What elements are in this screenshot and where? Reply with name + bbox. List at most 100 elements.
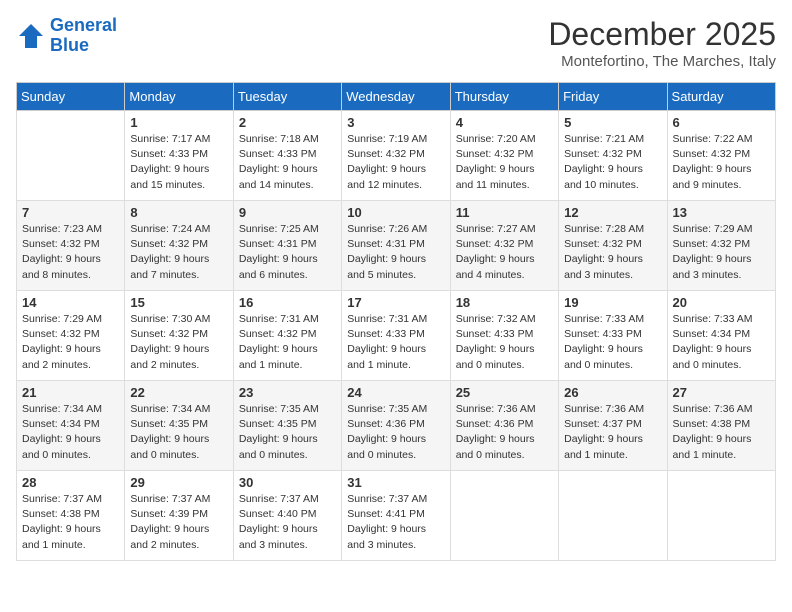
calendar-cell: 10Sunrise: 7:26 AMSunset: 4:31 PMDayligh…: [342, 201, 450, 291]
calendar-table: Sunday Monday Tuesday Wednesday Thursday…: [16, 82, 776, 561]
day-number: 18: [456, 295, 553, 310]
day-number: 12: [564, 205, 661, 220]
day-info: Sunrise: 7:34 AMSunset: 4:34 PMDaylight:…: [22, 402, 119, 463]
calendar-cell: 31 Sunrise: 7:37 AMSunset: 4:41 PMDayligh…: [342, 471, 450, 561]
calendar-cell: 5 Sunrise: 7:21 AMSunset: 4:32 PMDaylight…: [559, 111, 667, 201]
calendar-cell: 27Sunrise: 7:36 AMSunset: 4:38 PMDayligh…: [667, 381, 775, 471]
day-info: Sunrise: 7:29 AMSunset: 4:32 PMDaylight:…: [22, 312, 119, 373]
header-row: Sunday Monday Tuesday Wednesday Thursday…: [17, 83, 776, 111]
header-thursday: Thursday: [450, 83, 558, 111]
day-info: Sunrise: 7:22 AMSunset: 4:32 PMDaylight:…: [673, 132, 770, 193]
header-sunday: Sunday: [17, 83, 125, 111]
calendar-cell: 9Sunrise: 7:25 AMSunset: 4:31 PMDaylight…: [233, 201, 341, 291]
day-number: 4: [456, 115, 553, 130]
header-friday: Friday: [559, 83, 667, 111]
location: Montefortino, The Marches, Italy: [548, 53, 776, 70]
day-number: 2: [239, 115, 336, 130]
day-info: Sunrise: 7:26 AMSunset: 4:31 PMDaylight:…: [347, 222, 444, 283]
day-number: 17: [347, 295, 444, 310]
day-info: Sunrise: 7:33 AMSunset: 4:34 PMDaylight:…: [673, 312, 770, 373]
day-info: Sunrise: 7:30 AMSunset: 4:32 PMDaylight:…: [130, 312, 227, 373]
day-info: Sunrise: 7:37 AMSunset: 4:40 PMDaylight:…: [239, 492, 336, 553]
calendar-cell: 3Sunrise: 7:19 AMSunset: 4:32 PMDaylight…: [342, 111, 450, 201]
calendar-cell: 15 Sunrise: 7:30 AMSunset: 4:32 PMDayligh…: [125, 291, 233, 381]
day-number: 15: [130, 295, 227, 310]
logo-icon: [16, 21, 46, 51]
day-number: 3: [347, 115, 444, 130]
day-info: Sunrise: 7:36 AMSunset: 4:36 PMDaylight:…: [456, 402, 553, 463]
day-number: 31: [347, 475, 444, 490]
day-number: 23: [239, 385, 336, 400]
day-number: 13: [673, 205, 770, 220]
day-info: Sunrise: 7:34 AMSunset: 4:35 PMDaylight:…: [130, 402, 227, 463]
calendar-cell: 20 Sunrise: 7:33 AMSunset: 4:34 PMDayligh…: [667, 291, 775, 381]
calendar-cell: 7Sunrise: 7:23 AMSunset: 4:32 PMDaylight…: [17, 201, 125, 291]
day-info: Sunrise: 7:35 AMSunset: 4:36 PMDaylight:…: [347, 402, 444, 463]
calendar-cell: 13 Sunrise: 7:29 AMSunset: 4:32 PMDayligh…: [667, 201, 775, 291]
day-number: 20: [673, 295, 770, 310]
calendar-cell: 8Sunrise: 7:24 AMSunset: 4:32 PMDaylight…: [125, 201, 233, 291]
calendar-cell: 29 Sunrise: 7:37 AMSunset: 4:39 PMDayligh…: [125, 471, 233, 561]
calendar-cell: 17 Sunrise: 7:31 AMSunset: 4:33 PMDayligh…: [342, 291, 450, 381]
day-info: Sunrise: 7:24 AMSunset: 4:32 PMDaylight:…: [130, 222, 227, 283]
day-number: 21: [22, 385, 119, 400]
calendar-cell: [667, 471, 775, 561]
calendar-cell: 2Sunrise: 7:18 AMSunset: 4:33 PMDaylight…: [233, 111, 341, 201]
calendar-cell: 22 Sunrise: 7:34 AMSunset: 4:35 PMDayligh…: [125, 381, 233, 471]
calendar-cell: 6Sunrise: 7:22 AMSunset: 4:32 PMDaylight…: [667, 111, 775, 201]
day-info: Sunrise: 7:37 AMSunset: 4:38 PMDaylight:…: [22, 492, 119, 553]
day-info: Sunrise: 7:32 AMSunset: 4:33 PMDaylight:…: [456, 312, 553, 373]
day-info: Sunrise: 7:37 AMSunset: 4:39 PMDaylight:…: [130, 492, 227, 553]
day-number: 7: [22, 205, 119, 220]
calendar-cell: 21 Sunrise: 7:34 AMSunset: 4:34 PMDayligh…: [17, 381, 125, 471]
calendar-cell: 1 Sunrise: 7:17 AMSunset: 4:33 PMDaylight…: [125, 111, 233, 201]
day-info: Sunrise: 7:33 AMSunset: 4:33 PMDaylight:…: [564, 312, 661, 373]
logo: General Blue: [16, 16, 117, 56]
day-number: 30: [239, 475, 336, 490]
day-number: 16: [239, 295, 336, 310]
day-number: 1: [130, 115, 227, 130]
day-info: Sunrise: 7:31 AMSunset: 4:33 PMDaylight:…: [347, 312, 444, 373]
calendar-cell: 14Sunrise: 7:29 AMSunset: 4:32 PMDayligh…: [17, 291, 125, 381]
month-title: December 2025: [548, 16, 776, 53]
day-info: Sunrise: 7:35 AMSunset: 4:35 PMDaylight:…: [239, 402, 336, 463]
day-info: Sunrise: 7:20 AMSunset: 4:32 PMDaylight:…: [456, 132, 553, 193]
calendar-week-4: 28 Sunrise: 7:37 AMSunset: 4:38 PMDayligh…: [17, 471, 776, 561]
title-block: December 2025 Montefortino, The Marches,…: [548, 16, 776, 70]
day-info: Sunrise: 7:31 AMSunset: 4:32 PMDaylight:…: [239, 312, 336, 373]
day-number: 28: [22, 475, 119, 490]
day-info: Sunrise: 7:27 AMSunset: 4:32 PMDaylight:…: [456, 222, 553, 283]
header-tuesday: Tuesday: [233, 83, 341, 111]
day-info: Sunrise: 7:29 AMSunset: 4:32 PMDaylight:…: [673, 222, 770, 283]
day-info: Sunrise: 7:37 AMSunset: 4:41 PMDaylight:…: [347, 492, 444, 553]
day-number: 5: [564, 115, 661, 130]
header-wednesday: Wednesday: [342, 83, 450, 111]
day-info: Sunrise: 7:36 AMSunset: 4:37 PMDaylight:…: [564, 402, 661, 463]
calendar-cell: 19Sunrise: 7:33 AMSunset: 4:33 PMDayligh…: [559, 291, 667, 381]
calendar-cell: 28 Sunrise: 7:37 AMSunset: 4:38 PMDayligh…: [17, 471, 125, 561]
calendar-week-3: 21 Sunrise: 7:34 AMSunset: 4:34 PMDayligh…: [17, 381, 776, 471]
calendar-cell: [17, 111, 125, 201]
calendar-cell: 23 Sunrise: 7:35 AMSunset: 4:35 PMDayligh…: [233, 381, 341, 471]
calendar-header: Sunday Monday Tuesday Wednesday Thursday…: [17, 83, 776, 111]
day-number: 25: [456, 385, 553, 400]
calendar-cell: 11 Sunrise: 7:27 AMSunset: 4:32 PMDayligh…: [450, 201, 558, 291]
day-number: 29: [130, 475, 227, 490]
calendar-cell: 26 Sunrise: 7:36 AMSunset: 4:37 PMDayligh…: [559, 381, 667, 471]
day-number: 22: [130, 385, 227, 400]
calendar-cell: 16 Sunrise: 7:31 AMSunset: 4:32 PMDayligh…: [233, 291, 341, 381]
calendar-week-0: 1 Sunrise: 7:17 AMSunset: 4:33 PMDaylight…: [17, 111, 776, 201]
day-number: 24: [347, 385, 444, 400]
calendar-cell: 12 Sunrise: 7:28 AMSunset: 4:32 PMDayligh…: [559, 201, 667, 291]
calendar-cell: 18 Sunrise: 7:32 AMSunset: 4:33 PMDayligh…: [450, 291, 558, 381]
day-number: 11: [456, 205, 553, 220]
day-number: 26: [564, 385, 661, 400]
day-number: 27: [673, 385, 770, 400]
day-info: Sunrise: 7:17 AMSunset: 4:33 PMDaylight:…: [130, 132, 227, 193]
header-monday: Monday: [125, 83, 233, 111]
calendar-week-2: 14Sunrise: 7:29 AMSunset: 4:32 PMDayligh…: [17, 291, 776, 381]
day-number: 9: [239, 205, 336, 220]
day-info: Sunrise: 7:21 AMSunset: 4:32 PMDaylight:…: [564, 132, 661, 193]
calendar-cell: 24 Sunrise: 7:35 AMSunset: 4:36 PMDayligh…: [342, 381, 450, 471]
day-info: Sunrise: 7:28 AMSunset: 4:32 PMDaylight:…: [564, 222, 661, 283]
